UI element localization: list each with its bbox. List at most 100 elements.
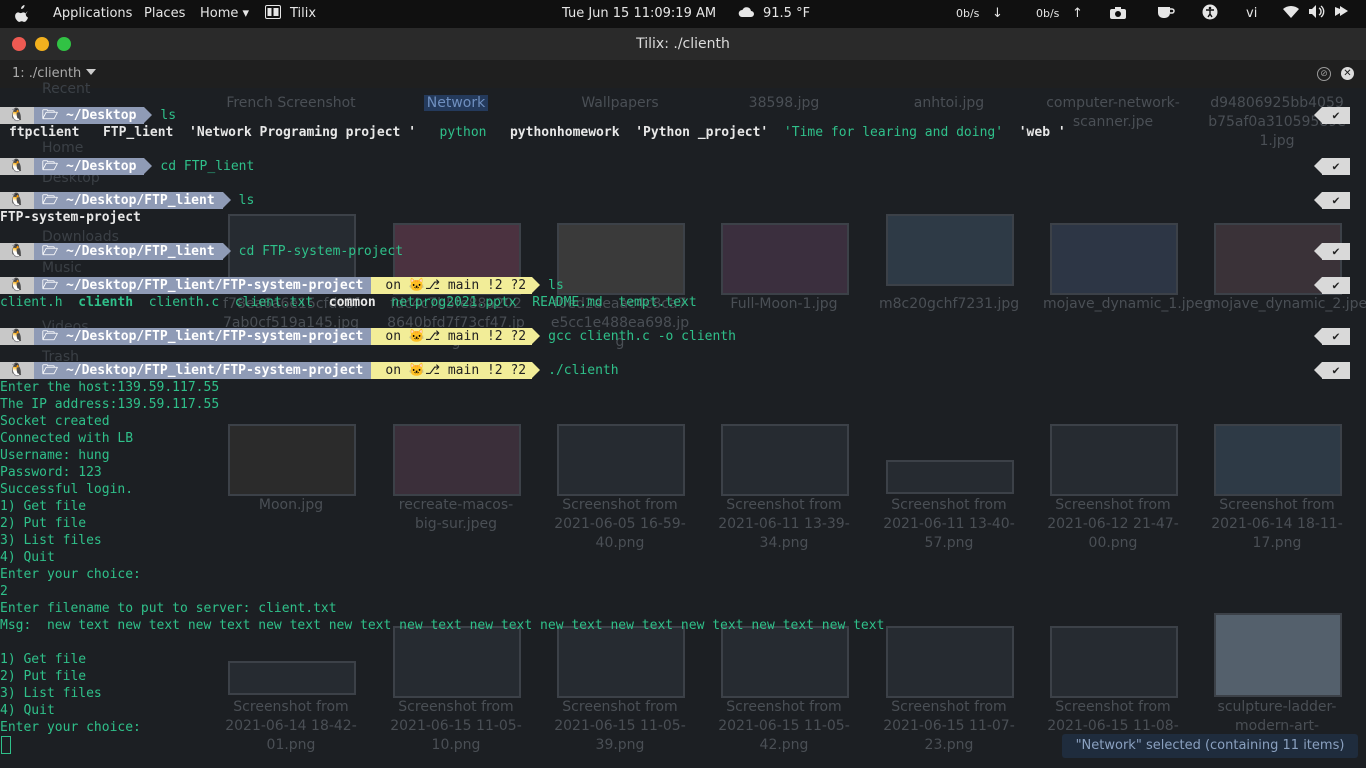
ls-entry: pythonhomework xyxy=(509,125,620,140)
prompt-line: 🐧 🗁 ~/Desktop/FTP_lient/FTP-system-proje… xyxy=(0,328,736,345)
power-icon[interactable] xyxy=(1334,0,1350,28)
prompt-dir-text: ~/Desktop/FTP_lient/FTP-system-project xyxy=(65,278,364,293)
sync-input-icon[interactable]: ⊘ xyxy=(1317,67,1331,81)
close-session-icon[interactable]: ✕ xyxy=(1341,67,1354,80)
linux-icon: 🐧 xyxy=(0,107,34,124)
command: ls xyxy=(238,193,255,208)
camera-icon[interactable] xyxy=(1110,0,1126,28)
program-output-line: 1) Get file xyxy=(0,499,87,514)
program-output-line: 2 xyxy=(0,584,8,599)
program-output-line: Enter filename to put to server: client.… xyxy=(0,601,337,616)
git-status: on 🐱⎇ main !2 ?2 xyxy=(371,277,533,294)
program-output-line: Password: 123 xyxy=(0,465,102,480)
prompt-dir-text: ~/Desktop/FTP_lient xyxy=(65,244,215,259)
wifi-icon[interactable] xyxy=(1283,0,1299,28)
ls-entry: README.md xyxy=(532,295,603,310)
ls-entry: ftpclient xyxy=(9,125,80,140)
ls-entry: client.h xyxy=(0,295,63,310)
command: cd FTP_lient xyxy=(160,159,255,174)
prompt-line: 🐧 🗁 ~/Desktop/FTP_lient/FTP-system-proje… xyxy=(0,277,564,294)
program-output-line: 1) Get file xyxy=(0,652,87,667)
apple-icon[interactable] xyxy=(13,0,29,28)
folder-icon: 🗁 xyxy=(42,278,59,293)
ls-entry: netprog2021.pptx xyxy=(391,295,517,310)
program-output-line: 3) List files xyxy=(0,533,102,548)
prompt-line: 🐧 🗁 ~/Desktop/FTP_lient cd FTP-system-pr… xyxy=(0,243,403,260)
weather-temp[interactable]: 91.5 °F xyxy=(763,0,810,28)
program-output-line: 2) Put file xyxy=(0,669,87,684)
prompt-arrow xyxy=(222,243,231,259)
ls-output: client.h clienth clienth.c client.txt co… xyxy=(0,294,697,311)
status-ok-icon: ✔ xyxy=(1314,158,1350,175)
terminal-cursor[interactable] xyxy=(1,736,11,754)
accessibility-icon[interactable] xyxy=(1202,0,1218,28)
folder-icon: 🗁 xyxy=(42,159,59,174)
linux-icon: 🐧 xyxy=(0,328,34,345)
program-output-line: Msg: new text new text new text new text… xyxy=(0,618,885,633)
prompt-dir-text: ~/Desktop/FTP_lient xyxy=(65,193,215,208)
ls-entry: 'web ' xyxy=(1018,125,1066,140)
active-app-label[interactable]: Tilix xyxy=(290,0,316,28)
upload-rate: 0b/s xyxy=(1036,7,1060,20)
coffee-cup-icon[interactable] xyxy=(1157,0,1175,28)
terminal[interactable]: 🐧 🗁 ~/Desktop ls ✔ ftpclient FTP_lient '… xyxy=(0,88,1366,768)
program-output-line: Username: hung xyxy=(0,448,110,463)
prompt-dir: 🗁 ~/Desktop/FTP_lient/FTP-system-project xyxy=(34,328,372,345)
download-arrow-icon: ↓ xyxy=(992,6,1003,21)
program-output-line: Successful login. xyxy=(0,482,134,497)
command: ls xyxy=(160,108,177,123)
download-rate: 0b/s xyxy=(956,7,980,20)
status-ok-icon: ✔ xyxy=(1314,192,1350,209)
prompt-line: 🐧 🗁 ~/Desktop cd FTP_lient xyxy=(0,158,254,175)
prompt-dir: 🗁 ~/Desktop/FTP_lient xyxy=(34,192,223,209)
linux-icon: 🐧 xyxy=(0,277,34,294)
prompt-line: 🐧 🗁 ~/Desktop ls xyxy=(0,107,176,124)
git-status: on 🐱⎇ main !2 ?2 xyxy=(371,362,533,379)
prompt-dir: 🗁 ~/Desktop xyxy=(34,158,145,175)
window-titlebar[interactable]: Tilix: ./clienth xyxy=(0,28,1366,60)
session-bar: 1: ./clienth ⊘ ✕ xyxy=(0,60,1366,88)
ls-entry: 'Python _project' xyxy=(635,125,769,140)
status-ok-icon: ✔ xyxy=(1314,107,1350,124)
program-output-line: Connected with LB xyxy=(0,431,134,446)
program-output-line: Socket created xyxy=(0,414,110,429)
terminal-app-icon xyxy=(265,0,281,28)
home-menu[interactable]: Home ▾ xyxy=(200,0,249,28)
linux-icon: 🐧 xyxy=(0,158,34,175)
linux-icon: 🐧 xyxy=(0,362,34,379)
program-output-line: Enter your choice: xyxy=(0,720,141,735)
program-output-line: Enter the host:139.59.117.55 xyxy=(0,380,220,395)
top-panel: Applications Places Home ▾ Tilix Tue Jun… xyxy=(0,0,1366,28)
command: cd FTP-system-project xyxy=(238,244,404,259)
applications-menu[interactable]: Applications xyxy=(53,0,132,28)
ls-entry: clienth xyxy=(78,295,134,310)
folder-icon: 🗁 xyxy=(42,108,59,123)
places-menu[interactable]: Places xyxy=(144,0,185,28)
command: gcc clienth.c -o clienth xyxy=(548,329,736,344)
prompt-dir-text: ~/Desktop xyxy=(65,108,137,123)
linux-icon: 🐧 xyxy=(0,243,34,260)
folder-icon: 🗁 xyxy=(42,193,59,208)
ls-entry: 'Network Programing project ' xyxy=(189,125,417,140)
ls-entry: common xyxy=(328,295,376,310)
ls-entry: python xyxy=(439,125,487,140)
ls-entry: client.txt xyxy=(234,295,314,310)
prompt-dir: 🗁 ~/Desktop/FTP_lient/FTP-system-project xyxy=(34,277,372,294)
keyboard-layout[interactable]: vi xyxy=(1246,0,1257,28)
prompt-line: 🐧 🗁 ~/Desktop/FTP_lient/FTP-system-proje… xyxy=(0,362,619,379)
command: ls xyxy=(548,278,564,293)
session-dropdown-icon[interactable] xyxy=(86,69,96,75)
prompt-arrow xyxy=(144,107,153,123)
program-output-line: The IP address:139.59.117.55 xyxy=(0,397,220,412)
cloud-icon xyxy=(738,0,754,28)
prompt-arrow xyxy=(222,192,231,208)
window-title: Tilix: ./clienth xyxy=(636,36,730,52)
linux-icon: 🐧 xyxy=(0,192,34,209)
volume-icon[interactable] xyxy=(1309,0,1325,28)
status-ok-icon: ✔ xyxy=(1314,277,1350,294)
clock[interactable]: Tue Jun 15 11:09:19 AM xyxy=(562,0,716,28)
prompt-line: 🐧 🗁 ~/Desktop/FTP_lient ls xyxy=(0,192,254,209)
prompt-dir: 🗁 ~/Desktop/FTP_lient xyxy=(34,243,223,260)
prompt-dir: 🗁 ~/Desktop xyxy=(34,107,145,124)
ls-output: ftpclient FTP_lient 'Network Programing … xyxy=(9,124,1066,141)
